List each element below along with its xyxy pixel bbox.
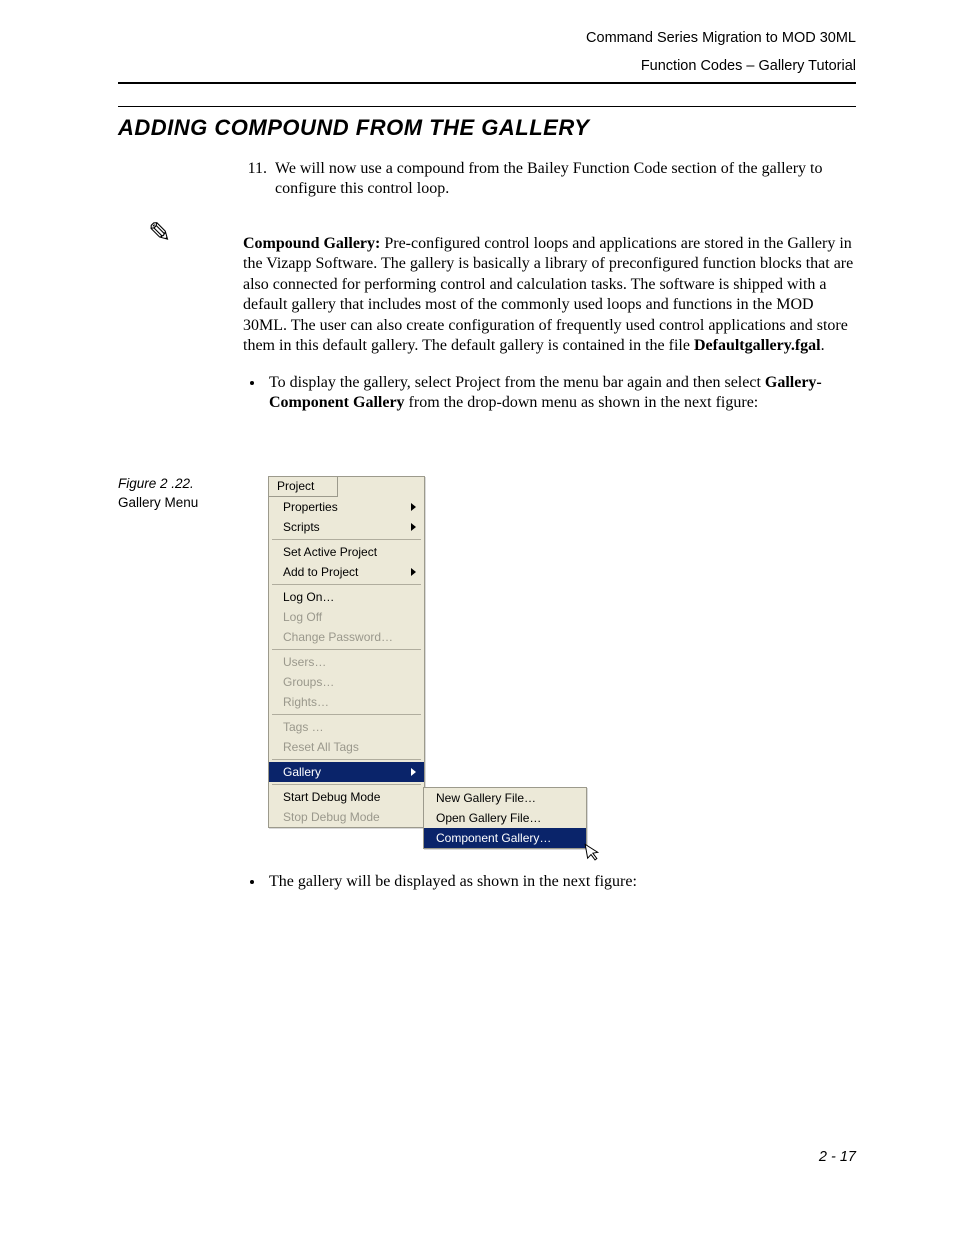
menu-item-label: Log On…	[283, 591, 334, 603]
menu-item-label: Users…	[283, 656, 326, 668]
menu-item[interactable]: Log On…	[269, 587, 424, 607]
gallery-submenu: New Gallery File…Open Gallery File…Compo…	[423, 787, 587, 849]
submenu-arrow-icon	[411, 768, 416, 776]
note-lead: Compound Gallery:	[243, 235, 380, 252]
menu-item-label: Log Off	[283, 611, 322, 623]
menu-item-label: Rights…	[283, 696, 329, 708]
section-title: ADDING COMPOUND FROM THE GALLERY	[118, 115, 856, 141]
menu-item-label: Add to Project	[283, 566, 358, 578]
menu-item-label: Reset All Tags	[283, 741, 359, 753]
bullet-gallery-displayed: The gallery will be displayed as shown i…	[265, 872, 856, 892]
menu-separator	[272, 649, 421, 650]
header-line-2: Function Codes – Gallery Tutorial	[118, 58, 856, 74]
bullet-list-2: The gallery will be displayed as shown i…	[243, 872, 856, 892]
menu-separator	[272, 784, 421, 785]
step-11: We will now use a compound from the Bail…	[271, 159, 856, 200]
figure-caption: Figure 2 .22. Gallery Menu	[118, 476, 243, 510]
menu-item[interactable]: Start Debug Mode	[269, 787, 424, 807]
header-rule	[118, 82, 856, 84]
menu-item[interactable]: Set Active Project	[269, 542, 424, 562]
menu-item: Users…	[269, 652, 424, 672]
menu-item[interactable]: Properties	[269, 497, 424, 517]
numbered-list: We will now use a compound from the Bail…	[243, 159, 856, 200]
menu-item: Tags …	[269, 717, 424, 737]
page-header: Command Series Migration to MOD 30ML Fun…	[118, 30, 856, 74]
header-line-1: Command Series Migration to MOD 30ML	[118, 30, 856, 46]
project-menu: Project Properties Scripts Set Active Proj…	[268, 476, 425, 828]
menu-separator	[272, 584, 421, 585]
menu-item: Groups…	[269, 672, 424, 692]
section-rule	[118, 106, 856, 107]
menu-item-label: Start Debug Mode	[283, 791, 380, 803]
submenu-arrow-icon	[411, 503, 416, 511]
menu-separator	[272, 539, 421, 540]
menu-item[interactable]: Add to Project	[269, 562, 424, 582]
compound-gallery-note: Compound Gallery: Pre-configured control…	[243, 234, 856, 357]
menu-item-label: Gallery	[283, 766, 321, 778]
menu-separator	[272, 759, 421, 760]
menu-item: Rights…	[269, 692, 424, 712]
menu-item: Log Off	[269, 607, 424, 627]
menu-item-label: Stop Debug Mode	[283, 811, 380, 823]
menu-item-label: Tags …	[283, 721, 324, 733]
menu-item: Reset All Tags	[269, 737, 424, 757]
menu-item: Change Password…	[269, 627, 424, 647]
note-file: Defaultgallery.fgal	[694, 337, 821, 354]
menu-header[interactable]: Project	[268, 476, 338, 497]
bullet1-a: To display the gallery, select Project f…	[269, 374, 765, 391]
bullet-display-gallery: To display the gallery, select Project f…	[265, 373, 856, 414]
submenu-item[interactable]: Open Gallery File…	[424, 808, 586, 828]
menu-separator	[272, 714, 421, 715]
note-tail: .	[821, 337, 825, 354]
menu-item-label: Groups…	[283, 676, 334, 688]
menu-item[interactable]: Gallery	[269, 762, 424, 782]
submenu-item[interactable]: New Gallery File…	[424, 788, 586, 808]
note-icon: ✎	[118, 218, 243, 248]
submenu-arrow-icon	[411, 523, 416, 531]
menu-item-label: Scripts	[283, 521, 320, 533]
bullet1-c: from the drop-down menu as shown in the …	[405, 394, 759, 411]
project-menu-screenshot: Project Properties Scripts Set Active Proj…	[268, 476, 613, 828]
mouse-cursor-icon	[584, 840, 604, 866]
menu-item: Stop Debug Mode	[269, 807, 424, 827]
bullet-list-1: To display the gallery, select Project f…	[243, 373, 856, 414]
submenu-item[interactable]: Component Gallery…	[424, 828, 586, 848]
menu-item-label: Properties	[283, 501, 338, 513]
page-number: 2 - 17	[819, 1149, 856, 1165]
menu-item-label: Change Password…	[283, 631, 393, 643]
menu-item[interactable]: Scripts	[269, 517, 424, 537]
figure-number: Figure 2 .22.	[118, 476, 243, 491]
menu-item-label: Set Active Project	[283, 546, 377, 558]
figure-title: Gallery Menu	[118, 495, 198, 510]
submenu-arrow-icon	[411, 568, 416, 576]
